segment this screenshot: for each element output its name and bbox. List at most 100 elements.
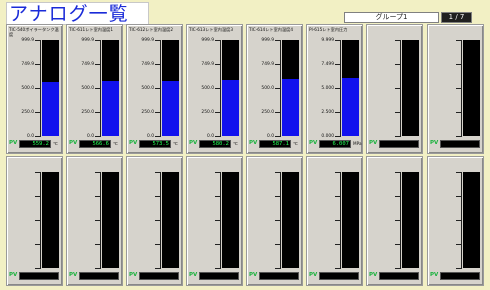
analog-panel[interactable]: PV (427, 24, 484, 154)
pv-value (259, 272, 299, 280)
analog-panel[interactable]: PI-615レト室内圧力 9.999 7.499 5.000 2.500 0.000 PV 6… (306, 24, 363, 154)
page-title: アナログ一覧 (6, 2, 149, 25)
pv-value (199, 272, 239, 280)
level-bar (222, 172, 239, 268)
panel-title (369, 159, 422, 169)
level-bar (282, 40, 299, 136)
level-bar (222, 40, 239, 136)
pv-value (139, 272, 179, 280)
scale-tick (95, 172, 101, 173)
pv-value: 587.1 (259, 140, 291, 148)
pv-label: PV (369, 272, 378, 278)
scale-tick (275, 220, 281, 221)
level-bar-fill (342, 78, 359, 136)
panel-title: TIC-611レト室内温度1 (69, 27, 114, 32)
scale-tick (335, 88, 341, 89)
scale-tick-label: 250.0 (21, 110, 34, 115)
scale-tick-label: 500.0 (21, 86, 34, 91)
level-bar (342, 172, 359, 268)
pv-label: PV (189, 272, 198, 278)
scale-tick (35, 220, 41, 221)
scale-tick (395, 196, 401, 197)
analog-panel[interactable]: PV (186, 156, 243, 286)
scale-tick (215, 172, 221, 173)
scale-tick (155, 88, 161, 89)
scale-tick (95, 244, 101, 245)
pv-value (79, 272, 119, 280)
scale-tick-label: 500.0 (201, 86, 214, 91)
scale-tick (95, 268, 101, 269)
scale-tick (456, 40, 462, 41)
level-bar (42, 40, 59, 136)
analog-panel[interactable]: TIC-611レト室内温度1 999.9 749.9 500.0 250.0 0.0 PV 5… (66, 24, 123, 154)
scale-tick (335, 268, 341, 269)
analog-panel[interactable]: TIC-614レト室内温度4 999.9 749.9 500.0 250.0 0.0 PV 5… (246, 24, 303, 154)
scale-tick (155, 64, 161, 65)
scale-tick (155, 40, 161, 41)
scale-tick (275, 196, 281, 197)
scale-tick (395, 172, 401, 173)
scale-tick (275, 268, 281, 269)
scale-tick (335, 244, 341, 245)
scale-tick (155, 268, 161, 269)
pv-value (379, 272, 419, 280)
scale-tick-label: 2.500 (321, 110, 334, 115)
scale-tick (335, 40, 341, 41)
page-indicator[interactable]: 1 / 7 (441, 12, 472, 23)
scale-tick (95, 196, 101, 197)
panel-title: TIC-614レト室内温度4 (249, 27, 294, 32)
scale-tick (35, 172, 41, 173)
analog-panel[interactable]: PV (126, 156, 183, 286)
level-bar-fill (162, 81, 179, 136)
scale-tick-label: 999.9 (141, 38, 154, 43)
scale-tick-label: 999.9 (261, 38, 274, 43)
scale-tick (275, 64, 281, 65)
scale-tick (35, 40, 41, 41)
pv-unit: ℃ (173, 141, 178, 146)
scale-tick (395, 136, 401, 137)
analog-panel[interactable]: PV (246, 156, 303, 286)
panel-title (9, 159, 62, 169)
level-bar (162, 40, 179, 136)
pv-label: PV (129, 140, 138, 146)
scale-tick (35, 64, 41, 65)
scale-tick (395, 220, 401, 221)
scale-tick (35, 244, 41, 245)
scale-tick (275, 244, 281, 245)
scale-tick-label: 749.9 (141, 62, 154, 67)
analog-panel[interactable]: TIC-540ボイラータンク温度 999.9 749.9 500.0 250.0 0.0 P… (6, 24, 63, 154)
scale-tick-label: 749.9 (21, 62, 34, 67)
pv-value (440, 272, 480, 280)
scale-tick-label: 999.9 (21, 38, 34, 43)
scale-tick (215, 88, 221, 89)
scale-tick (215, 112, 221, 113)
scale-tick-label: 0.0 (27, 134, 34, 139)
scale-tick (335, 112, 341, 113)
scale-tick (95, 136, 101, 137)
analog-panel[interactable]: TIC-612レト室内温度2 999.9 749.9 500.0 250.0 0.0 PV 5… (126, 24, 183, 154)
pv-label: PV (369, 140, 378, 146)
panel-title (430, 27, 483, 37)
pv-label: PV (9, 140, 18, 146)
panel-title: TIC-540ボイラータンク温度 (9, 27, 59, 37)
scale-tick-label: 500.0 (141, 86, 154, 91)
panel-title (309, 159, 362, 169)
analog-panel[interactable]: TIC-613レト室内温度3 999.9 749.9 500.0 250.0 0.0 PV 5… (186, 24, 243, 154)
pv-unit: ℃ (293, 141, 298, 146)
scale-tick (456, 196, 462, 197)
level-bar (42, 172, 59, 268)
scale-tick (335, 220, 341, 221)
scale-tick (35, 88, 41, 89)
pv-label: PV (249, 272, 258, 278)
analog-panel[interactable]: PV (6, 156, 63, 286)
scale-tick (275, 112, 281, 113)
analog-panel[interactable]: PV (306, 156, 363, 286)
level-bar (402, 40, 419, 136)
scale-tick-label: 250.0 (81, 110, 94, 115)
analog-panel[interactable]: PV (66, 156, 123, 286)
analog-panel[interactable]: PV (366, 156, 423, 286)
analog-panel[interactable]: PV (427, 156, 484, 286)
analog-panel[interactable]: PV (366, 24, 423, 154)
scale-tick-label: 250.0 (261, 110, 274, 115)
group-selector[interactable]: グループ1 (344, 12, 439, 23)
